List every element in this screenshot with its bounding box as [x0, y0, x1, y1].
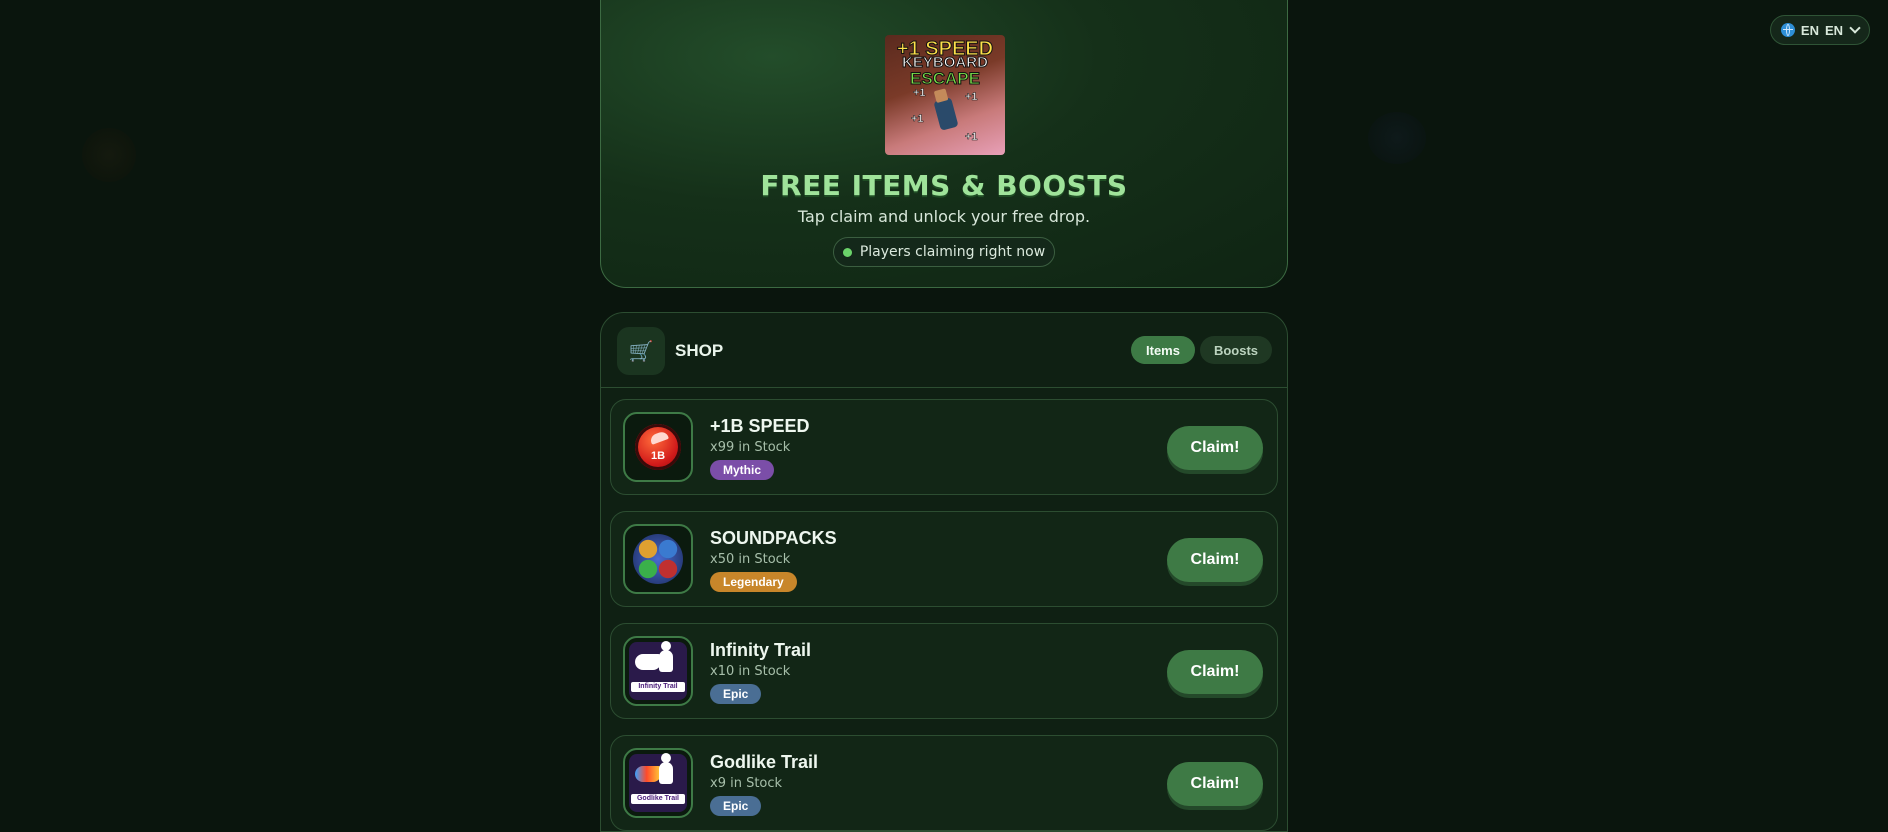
page-subtitle: Tap claim and unlock your free drop. [797, 207, 1091, 226]
item-name: Infinity Trail [710, 640, 812, 660]
claim-button[interactable]: Claim! [1167, 762, 1263, 806]
language-selected: EN [1824, 22, 1844, 38]
speed-orb-icon: 1B [623, 412, 693, 482]
shop-item: 1B +1B SPEED x99 in Stock Mythic Claim! [610, 399, 1278, 495]
rarity-badge: Mythic [710, 460, 775, 480]
rarity-badge: Epic [710, 684, 762, 704]
trail-icon-label: Infinity Trail [631, 682, 685, 692]
godlike-trail-icon: Godlike Trail [623, 748, 693, 818]
shop-title: SHOP [675, 341, 724, 360]
rarity-badge: Epic [710, 796, 762, 816]
soundpack-icon [623, 524, 693, 594]
language-selector[interactable]: EN EN [1770, 15, 1870, 45]
thumb-plus: +1 [965, 91, 978, 104]
live-status-text: Players claiming right now [859, 244, 1046, 260]
claim-button[interactable]: Claim! [1167, 650, 1263, 694]
runner-figure [933, 97, 959, 131]
rarity-badge: Legendary [710, 572, 797, 592]
hero-card: +1 SPEED KEYBOARD ESCAPE +1 +1 +1 +1 FRE… [600, 0, 1288, 288]
claim-button[interactable]: Claim! [1167, 426, 1263, 470]
item-stock: x9 in Stock [710, 776, 783, 791]
cart-icon: 🛒 [617, 327, 665, 375]
background-decoration [82, 128, 136, 182]
thumb-text: KEYBOARD [902, 54, 989, 71]
trail-icon-label: Godlike Trail [631, 794, 685, 804]
item-stock: x50 in Stock [710, 552, 791, 567]
shop-panel: 🛒 SHOP Items Boosts 1B +1B SPEED x99 in … [600, 312, 1288, 832]
shop-item: Infinity Trail Infinity Trail x10 in Sto… [610, 623, 1278, 719]
game-thumbnail: +1 SPEED KEYBOARD ESCAPE +1 +1 +1 +1 [885, 35, 1005, 155]
tab-items[interactable]: Items [1131, 336, 1195, 364]
chevron-down-icon [1849, 22, 1861, 34]
live-dot-icon [842, 247, 852, 257]
live-status-pill: Players claiming right now [833, 237, 1055, 267]
language-code: EN [1800, 22, 1819, 38]
thumb-plus: +1 [965, 131, 978, 144]
thumb-plus: +1 [913, 87, 926, 100]
shop-header: 🛒 SHOP Items Boosts [601, 313, 1287, 388]
thumb-text: ESCAPE [910, 69, 981, 88]
tab-boosts[interactable]: Boosts [1200, 336, 1272, 364]
item-name: SOUNDPACKS [710, 528, 837, 548]
background-decoration [1368, 112, 1426, 164]
thumb-plus: +1 [911, 113, 924, 126]
globe-icon [1781, 23, 1795, 37]
item-stock: x99 in Stock [710, 440, 791, 455]
infinity-trail-icon: Infinity Trail [623, 636, 693, 706]
shop-item: Godlike Trail Godlike Trail x9 in Stock … [610, 735, 1278, 831]
item-stock: x10 in Stock [710, 664, 791, 679]
item-name: +1B SPEED [710, 416, 810, 436]
item-name: Godlike Trail [710, 752, 819, 772]
shop-item: SOUNDPACKS x50 in Stock Legendary Claim! [610, 511, 1278, 607]
page-title: FREE ITEMS & BOOSTS [760, 169, 1128, 202]
speed-orb-label: 1B [650, 450, 666, 462]
claim-button[interactable]: Claim! [1167, 538, 1263, 582]
